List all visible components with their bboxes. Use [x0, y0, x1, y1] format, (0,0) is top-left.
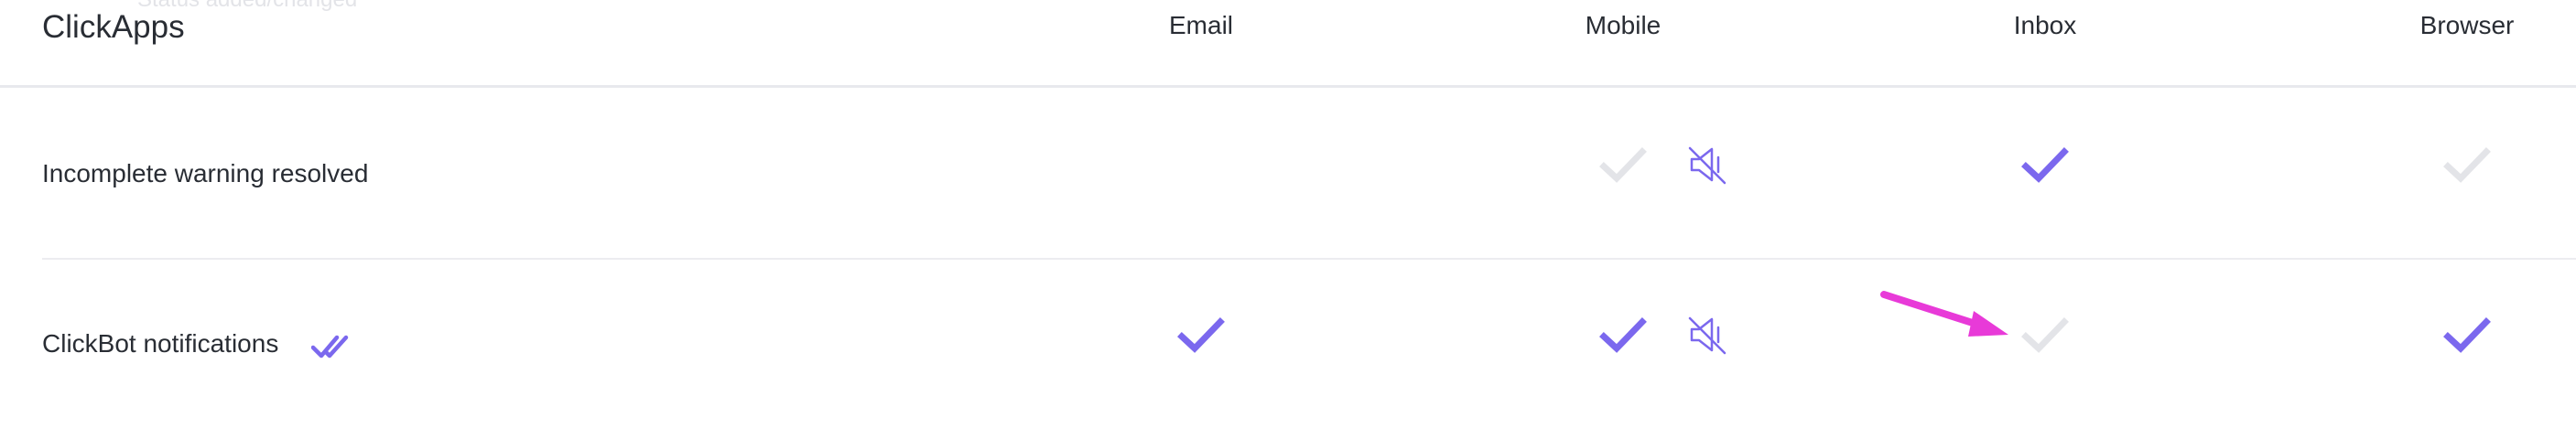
annotation-arrow-icon — [1878, 285, 2016, 340]
inbox-check-icon[interactable] — [2020, 144, 2070, 185]
email-check-icon[interactable] — [1176, 315, 1226, 355]
column-header-email: Email — [1168, 11, 1234, 39]
row-label: ClickBot notifications — [42, 329, 279, 358]
row-divider — [42, 258, 2576, 260]
browser-check-icon[interactable] — [2442, 315, 2492, 355]
browser-check-icon[interactable] — [2442, 144, 2492, 185]
mobile-check-icon[interactable] — [1598, 144, 1648, 185]
column-header-inbox: Inbox — [2013, 11, 2077, 39]
header-divider — [0, 85, 2576, 88]
column-header-mobile: Mobile — [1585, 11, 1661, 39]
mute-icon[interactable] — [1688, 144, 1728, 185]
column-header-browser: Browser — [2419, 11, 2515, 39]
row-label: Incomplete warning resolved — [42, 159, 369, 187]
mute-icon[interactable] — [1688, 315, 1728, 355]
inbox-check-icon[interactable] — [2020, 315, 2070, 355]
mobile-check-icon[interactable] — [1598, 315, 1648, 355]
double-check-icon — [311, 333, 359, 360]
section-title: ClickApps — [42, 9, 185, 45]
